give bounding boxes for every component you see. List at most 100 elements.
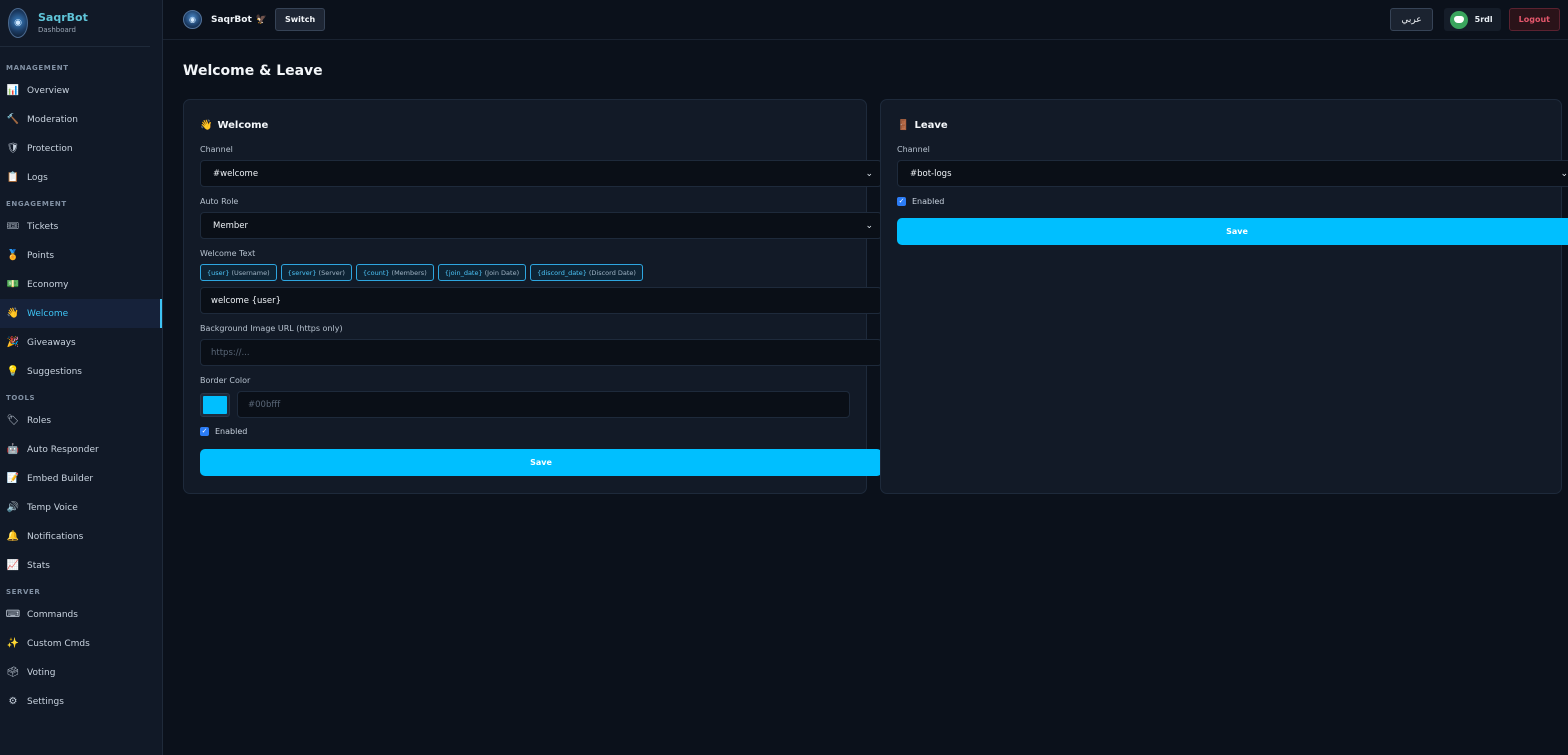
leave-enabled-checkbox[interactable]: ✓ [897, 197, 906, 206]
welcome-card-header: 👋 Welcome [200, 118, 850, 132]
welcome-channel-label: Channel [200, 145, 233, 154]
ticket-icon: 🎟 [6, 220, 20, 232]
leave-channel-select[interactable]: #bot-logs ⌄ [897, 160, 1568, 187]
border-color-row: #00bfff [200, 391, 850, 418]
sidebar-item-stats[interactable]: 📈 Stats [0, 551, 162, 580]
language-button[interactable]: عربي [1390, 8, 1433, 31]
speaker-icon: 🔊 [6, 501, 20, 513]
sidebar-item-label: Temp Voice [27, 502, 78, 513]
leave-enabled-row[interactable]: ✓ Enabled [897, 197, 1545, 206]
border-color-label: Border Color [200, 376, 251, 385]
auto-role-value: Member [213, 220, 248, 231]
sidebar-item-label: Auto Responder [27, 444, 99, 455]
chip-token: {user} [207, 268, 230, 277]
sparkles-icon: ✨ [6, 637, 20, 649]
main-content: ◉ SaqrBot 🦅 Switch عربي 5rdl Logout Welc… [163, 0, 1568, 755]
sidebar-item-label: Moderation [27, 114, 78, 125]
ballot-icon: 🗳 [6, 666, 20, 678]
welcome-save-button[interactable]: Save [200, 449, 882, 476]
sidebar-item-custom-cmds[interactable]: ✨ Custom Cmds [0, 629, 162, 658]
eagle-icon: 🦅 [255, 14, 267, 25]
chevron-down-icon: ⌄ [1560, 168, 1568, 179]
party-icon: 🎉 [6, 336, 20, 348]
sidebar-item-temp-voice[interactable]: 🔊 Temp Voice [0, 493, 162, 522]
chevron-down-icon: ⌄ [865, 168, 873, 179]
sidebar-section-title: ENGAGEMENT [6, 200, 67, 208]
leave-channel-label: Channel [897, 145, 930, 154]
sidebar-item-notifications[interactable]: 🔔 Notifications [0, 522, 162, 551]
placeholder-chip[interactable]: {user} (Username) [200, 264, 277, 281]
discord-avatar-icon [1449, 10, 1468, 29]
sidebar-item-voting[interactable]: 🗳 Voting [0, 658, 162, 687]
sidebar-item-economy[interactable]: 💵 Economy [0, 270, 162, 299]
sidebar-item-commands[interactable]: ⌨ Commands [0, 600, 162, 629]
chip-token: {server} [287, 268, 317, 277]
welcome-text-label: Welcome Text [200, 249, 256, 258]
chip-description: (Join Date) [484, 268, 520, 277]
welcome-enabled-row[interactable]: ✓ Enabled [200, 427, 850, 436]
placeholder-chip[interactable]: {join_date} (Join Date) [437, 264, 527, 281]
sidebar-item-label: Commands [27, 609, 78, 620]
sidebar-item-label: Welcome [27, 308, 69, 319]
app-root: ◉ SaqrBot Dashboard MANAGEMENT 📊 Overview 🔨… [0, 0, 1568, 755]
sidebar-item-label: Roles [27, 415, 52, 426]
sidebar-item-suggestions[interactable]: 💡 Suggestions [0, 357, 162, 386]
sidebar-item-protection[interactable]: 🛡 Protection [0, 134, 162, 163]
sidebar-item-label: Giveaways [27, 337, 76, 348]
auto-role-select[interactable]: Member ⌄ [200, 212, 882, 239]
user-profile[interactable]: 5rdl [1443, 8, 1501, 31]
sidebar-item-tickets[interactable]: 🎟 Tickets [0, 212, 162, 241]
lightbulb-icon: 💡 [6, 365, 20, 377]
leave-card: 🚪 Leave Channel #bot-logs ⌄ ✓ Enabled Sa… [880, 99, 1568, 494]
keyboard-icon: ⌨ [5, 608, 21, 620]
sidebar-item-roles[interactable]: 🏷 Roles [0, 406, 162, 435]
background-url-input[interactable]: https://... [200, 339, 882, 366]
sidebar-item-label: Voting [27, 667, 56, 678]
sidebar-item-settings[interactable]: ⚙ Settings [0, 687, 162, 716]
sidebar-section-title: SERVER [6, 588, 41, 596]
gear-icon: ⚙ [8, 695, 18, 707]
leave-card-title: Leave [914, 119, 948, 131]
welcome-card: 👋 Welcome Channel #welcome ⌄ Auto Role M… [183, 99, 882, 494]
chip-description: (Username) [231, 268, 270, 277]
bot-logo-icon: ◉ [8, 8, 28, 38]
sidebar-item-moderation[interactable]: 🔨 Moderation [0, 105, 162, 134]
border-color-input[interactable]: #00bfff [237, 391, 850, 418]
sidebar-section-title: TOOLS [6, 394, 36, 402]
user-name: 5rdl [1474, 15, 1493, 24]
chip-description: (Discord Date) [588, 268, 636, 277]
wave-icon: 👋 [6, 307, 20, 319]
brand-subtitle: Dashboard [38, 26, 76, 35]
bell-icon: 🔔 [6, 530, 20, 542]
switch-server-button[interactable]: Switch [275, 8, 326, 31]
welcome-enabled-checkbox[interactable]: ✓ [200, 427, 209, 436]
sidebar-item-label: Economy [27, 279, 69, 290]
brand[interactable]: ◉ SaqrBot Dashboard [0, 0, 150, 47]
tag-icon: 🏷 [6, 414, 20, 426]
leave-enabled-label: Enabled [912, 197, 945, 206]
memo-icon: 📝 [6, 472, 20, 484]
placeholder-chip[interactable]: {server} (Server) [280, 264, 352, 281]
sidebar-item-giveaways[interactable]: 🎉 Giveaways [0, 328, 162, 357]
clipboard-icon: 📋 [6, 171, 20, 183]
welcome-text-input[interactable]: welcome {user} [200, 287, 882, 314]
sidebar-item-logs[interactable]: 📋 Logs [0, 163, 162, 192]
hammer-icon: 🔨 [6, 113, 20, 125]
sidebar-item-overview[interactable]: 📊 Overview [0, 76, 162, 105]
shield-icon: 🛡 [6, 142, 20, 154]
logout-button[interactable]: Logout [1508, 8, 1560, 31]
sidebar-item-auto-responder[interactable]: 🤖 Auto Responder [0, 435, 162, 464]
page-title: Welcome & Leave [183, 63, 323, 79]
sidebar-item-welcome[interactable]: 👋 Welcome [0, 299, 162, 328]
sidebar-item-embed-builder[interactable]: 📝 Embed Builder [0, 464, 162, 493]
placeholder-chip[interactable]: {discord_date} (Discord Date) [530, 264, 643, 281]
welcome-channel-select[interactable]: #welcome ⌄ [200, 160, 882, 187]
chip-token: {discord_date} [537, 268, 587, 277]
leave-save-button[interactable]: Save [897, 218, 1568, 245]
border-color-swatch[interactable] [200, 392, 230, 417]
welcome-card-title: Welcome [217, 119, 269, 131]
sidebar-item-points[interactable]: 🏅 Points [0, 241, 162, 270]
placeholder-chip[interactable]: {count} (Members) [355, 264, 434, 281]
trend-chart-icon: 📈 [6, 559, 20, 571]
sidebar-item-label: Embed Builder [27, 473, 94, 484]
